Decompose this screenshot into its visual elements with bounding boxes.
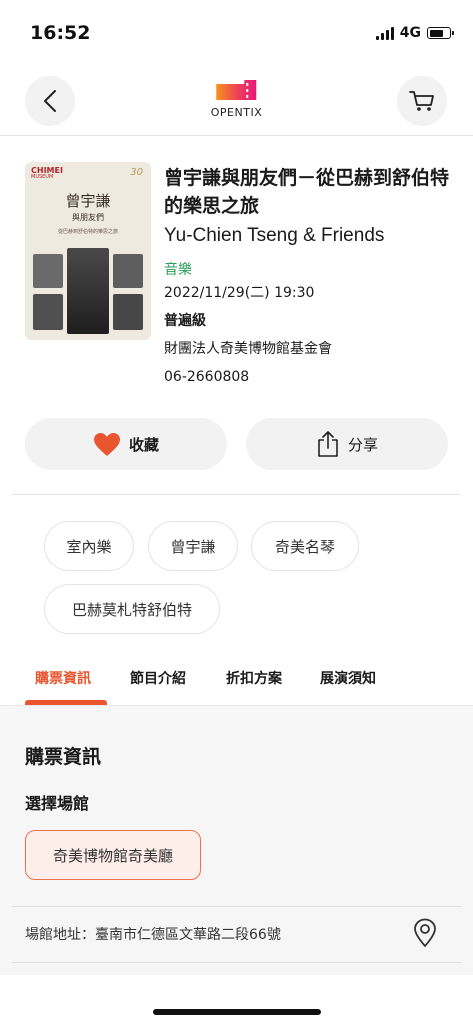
tab-notices[interactable]: 展演須知 [320, 668, 376, 688]
venue-option[interactable]: 奇美博物館奇美廳 [25, 830, 201, 880]
status-bar: 16:52 4G [0, 0, 473, 60]
section-divider [12, 494, 461, 495]
violinist-photo [67, 248, 109, 334]
ticket-logo-icon [216, 80, 257, 100]
tab-discounts[interactable]: 折扣方案 [226, 668, 282, 688]
battery-icon [427, 27, 454, 39]
event-title-en: Yu-Chien Tseng & Friends [164, 225, 385, 246]
status-time: 16:52 [30, 22, 91, 44]
poster-title: 曾宇謙 [65, 192, 111, 210]
tag-chip[interactable]: 曾宇謙 [148, 521, 238, 571]
musician-photo [33, 294, 63, 330]
event-poster[interactable]: CHIMEI MUSEUM 30 曾宇謙 與朋友們 從巴赫到舒伯特的樂思之旅 [25, 162, 151, 340]
musician-photo [33, 254, 63, 288]
home-indicator[interactable] [152, 1009, 321, 1015]
map-button[interactable] [413, 918, 437, 952]
share-label: 分享 [347, 435, 378, 454]
favorite-label: 收藏 [128, 435, 159, 454]
event-organizer: 財團法人奇美博物館基金會 [164, 341, 332, 357]
tab-program-intro[interactable]: 節目介紹 [130, 668, 186, 688]
event-title: 曾宇謙與朋友們－從巴赫到舒伯特的樂思之旅 [164, 167, 450, 217]
tab-ticket-info[interactable]: 購票資訊 [35, 668, 91, 688]
tag-chip[interactable]: 室內樂 [44, 521, 134, 571]
brand-name: OPENTIX [210, 106, 263, 119]
poster-museum-logo: CHIMEI MUSEUM [31, 166, 63, 180]
poster-tagline: 從巴赫到舒伯特的樂思之旅 [57, 229, 118, 235]
event-rating: 普遍級 [164, 313, 206, 329]
cart-button[interactable] [397, 76, 447, 126]
divider [12, 906, 461, 907]
event-info: 曾宇謙與朋友們－從巴赫到舒伯特的樂思之旅 Yu-Chien Tseng & Fr… [164, 164, 454, 388]
back-button[interactable] [25, 76, 75, 126]
poster-photos [31, 248, 145, 334]
nav-bar: OPENTIX [0, 70, 473, 136]
opentix-logo[interactable]: OPENTIX [211, 78, 262, 119]
event-category[interactable]: 音樂 [164, 260, 454, 280]
poster-subtitle: 與朋友們 [72, 213, 104, 222]
tag-chip[interactable]: 奇美名琴 [251, 521, 359, 571]
poster-anniversary-mark: 30 [130, 167, 143, 178]
location-pin-icon [414, 918, 436, 947]
share-icon [318, 431, 338, 457]
divider [12, 962, 461, 963]
ticket-info-section: 購票資訊 選擇場館 奇美博物館奇美廳 場館地址：臺南市仁德區文華路二段66號 [0, 705, 473, 975]
venue-address: 場館地址：臺南市仁德區文華路二段66號 [25, 927, 281, 943]
share-button[interactable]: 分享 [246, 418, 448, 470]
favorite-button[interactable]: 收藏 [25, 418, 227, 470]
musician-photo [113, 294, 143, 330]
venue-heading: 選擇場館 [25, 794, 90, 813]
event-datetime: 2022/11/29(二) 19:30 [164, 285, 315, 301]
section-heading: 購票資訊 [25, 746, 102, 768]
status-indicators: 4G [375, 25, 454, 41]
tag-chip[interactable]: 巴赫莫札特舒伯特 [44, 584, 220, 634]
chevron-left-icon [44, 90, 56, 112]
cart-icon [409, 91, 434, 111]
network-type: 4G [399, 25, 421, 41]
musician-photo [113, 254, 143, 288]
event-phone[interactable]: 06-2660808 [164, 366, 454, 388]
heart-icon [93, 432, 120, 456]
signal-icon [375, 26, 394, 40]
